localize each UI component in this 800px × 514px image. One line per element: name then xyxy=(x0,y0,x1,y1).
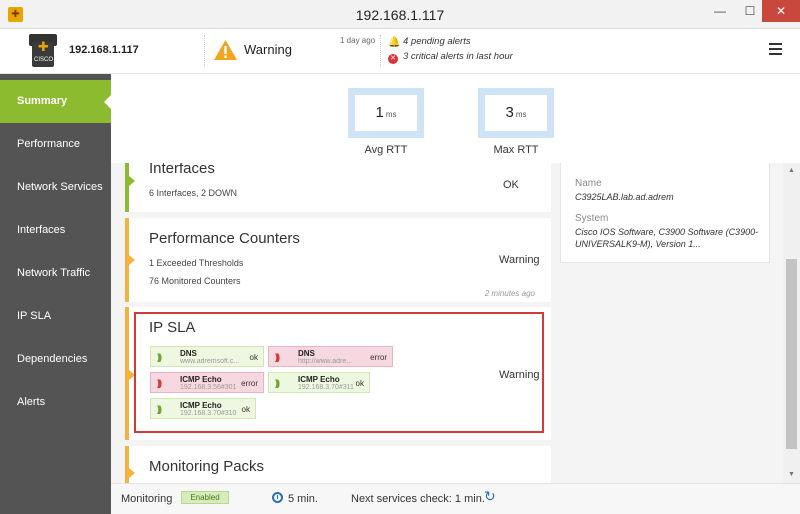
monitoring-label: Monitoring xyxy=(121,493,173,505)
rtt-panel: 1 ms Avg RTT 3 ms Max RTT xyxy=(111,74,800,163)
selection-highlight xyxy=(134,312,544,433)
scrollbar-thumb[interactable] xyxy=(786,259,797,449)
card-title: Monitoring Packs xyxy=(149,458,265,475)
name-label: Name xyxy=(575,178,602,189)
sidebar-item-network-services[interactable]: Network Services xyxy=(0,166,111,209)
clock-icon xyxy=(272,492,283,503)
system-value: Cisco IOS Software, C3900 Software (C390… xyxy=(575,227,759,249)
main-content: Interfaces 6 Interfaces, 2 DOWN OK Perfo… xyxy=(111,74,800,483)
avg-rtt-label: Avg RTT xyxy=(364,144,408,156)
cisco-router-icon: ✚ CISCO xyxy=(26,34,60,67)
performance-counters-card[interactable]: Performance Counters 1 Exceeded Threshol… xyxy=(125,218,551,302)
sidebar-item-ip-sla[interactable]: IP SLA xyxy=(0,295,111,338)
card-summary: 1 Exceeded Thresholds xyxy=(149,258,244,268)
device-header: ✚ CISCO 192.168.1.117 Warning 1 day ago … xyxy=(0,29,800,74)
card-summary: 6 Interfaces, 2 DOWN xyxy=(149,188,238,198)
system-label: System xyxy=(575,213,609,224)
maximize-button[interactable]: ☐ xyxy=(735,0,765,22)
device-ip: 192.168.1.117 xyxy=(69,44,139,56)
menu-icon[interactable] xyxy=(769,43,782,58)
sidebar: Summary Performance Network Services Int… xyxy=(0,74,112,514)
divider xyxy=(380,35,381,67)
card-status: OK xyxy=(503,179,519,191)
name-value: C3925LAB.lab.ad.adrem xyxy=(575,192,674,202)
card-status: Warning xyxy=(499,254,540,266)
title-bar: ✚ 192.168.1.117 — ☐ ✕ xyxy=(0,0,800,29)
sidebar-item-interfaces[interactable]: Interfaces xyxy=(0,209,111,252)
card-timestamp: 2 minutes ago xyxy=(484,289,535,298)
device-details-panel: Name C3925LAB.lab.ad.adrem System Cisco … xyxy=(560,163,770,263)
avg-rtt-value: 1 xyxy=(375,104,384,121)
card-title: Performance Counters xyxy=(149,230,300,247)
max-rtt-label: Max RTT xyxy=(493,144,539,156)
sidebar-item-alerts[interactable]: Alerts xyxy=(0,381,111,424)
next-check: Next services check: 1 min. xyxy=(351,493,485,505)
error-circle-icon: ✕ xyxy=(388,54,398,64)
scroll-up-icon[interactable]: ▲ xyxy=(788,167,795,174)
card-summary: 76 Monitored Counters xyxy=(149,276,241,286)
divider xyxy=(204,35,205,67)
status-time: 1 day ago xyxy=(340,36,376,45)
vertical-scrollbar[interactable]: ▲ ▼ xyxy=(783,163,800,483)
pending-alerts[interactable]: 🔔 4 pending alerts xyxy=(388,36,471,48)
avg-rtt-box: 1 ms xyxy=(348,88,424,138)
close-button[interactable]: ✕ xyxy=(762,0,800,22)
minimize-button[interactable]: — xyxy=(705,0,735,22)
monitoring-packs-card[interactable]: Monitoring Packs xyxy=(125,446,551,483)
device-status: Warning xyxy=(244,42,292,57)
monitoring-interval[interactable]: 5 min. xyxy=(288,493,318,505)
sidebar-item-performance[interactable]: Performance xyxy=(0,123,111,166)
max-rtt-value: 3 xyxy=(505,104,514,121)
critical-alerts[interactable]: ✕ 3 critical alerts in last hour xyxy=(388,51,513,64)
max-rtt-box: 3 ms xyxy=(478,88,554,138)
refresh-icon[interactable]: ↻ xyxy=(484,488,496,505)
monitoring-toggle[interactable]: Enabled xyxy=(181,491,229,504)
scroll-down-icon[interactable]: ▼ xyxy=(788,471,795,478)
bell-icon: 🔔 xyxy=(388,37,401,48)
status-bar: Monitoring Enabled 5 min. Next services … xyxy=(111,483,800,514)
window-title: 192.168.1.117 xyxy=(355,7,445,23)
sidebar-item-summary[interactable]: Summary xyxy=(0,80,112,123)
sidebar-item-network-traffic[interactable]: Network Traffic xyxy=(0,252,111,295)
warning-icon xyxy=(214,40,237,60)
sidebar-item-dependencies[interactable]: Dependencies xyxy=(0,338,111,381)
